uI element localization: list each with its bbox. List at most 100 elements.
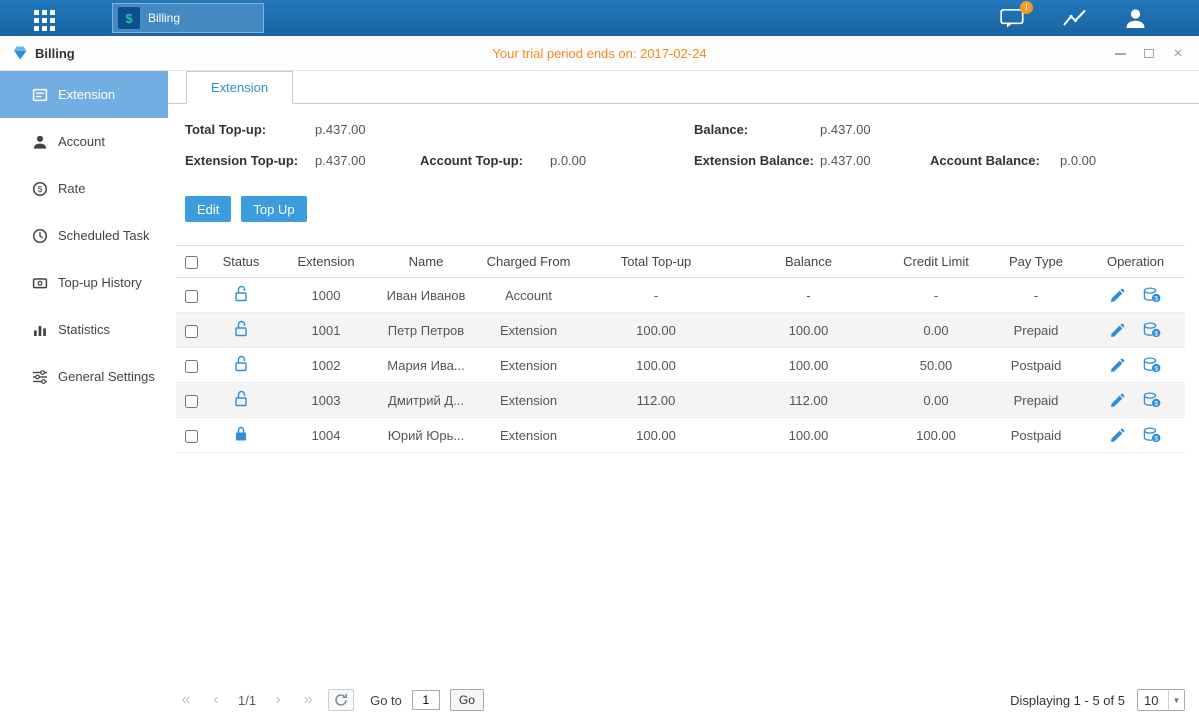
sidebar-item-label: Scheduled Task xyxy=(58,228,150,243)
sidebar-item-general-settings[interactable]: General Settings xyxy=(0,353,168,400)
sidebar-item-account[interactable]: Account xyxy=(0,118,168,165)
edit-row-button[interactable] xyxy=(1110,358,1125,373)
cell-total-topup: - xyxy=(581,278,731,313)
minimize-button[interactable] xyxy=(1113,47,1127,61)
cell-pay-type: Postpaid xyxy=(986,418,1086,453)
page-indicator: 1/1 xyxy=(236,693,258,708)
pagination-bar: « ‹ 1/1 › » Go to Go Displaying 1 - 5 of… xyxy=(176,687,1185,713)
cell-name: Юрий Юрь... xyxy=(376,418,476,453)
apps-grid-icon[interactable] xyxy=(34,10,55,31)
trial-notice: Your trial period ends on: 2017-02-24 xyxy=(0,46,1199,61)
unlocked-icon xyxy=(234,390,248,407)
notifications-button[interactable]: ! xyxy=(1000,8,1025,29)
cell-total-topup: 100.00 xyxy=(581,348,731,383)
row-checkbox[interactable] xyxy=(185,325,198,338)
cell-pay-type: Prepaid xyxy=(986,383,1086,418)
tab-extension[interactable]: Extension xyxy=(186,71,293,104)
close-button[interactable]: × xyxy=(1171,47,1185,61)
prev-page-button[interactable]: ‹ xyxy=(206,691,226,709)
select-all-checkbox[interactable] xyxy=(185,256,198,269)
topup-row-button[interactable]: $ xyxy=(1143,357,1161,373)
sidebar-item-rate[interactable]: $ Rate xyxy=(0,165,168,212)
row-checkbox[interactable] xyxy=(185,430,198,443)
general-settings-icon xyxy=(32,369,48,385)
cell-name: Петр Петров xyxy=(376,313,476,348)
account-balance-label: Account Balance: xyxy=(930,153,1040,168)
cell-pay-type: Prepaid xyxy=(986,313,1086,348)
topup-coins-icon: $ xyxy=(1143,287,1161,303)
refresh-icon xyxy=(334,693,348,707)
user-menu-button[interactable] xyxy=(1124,8,1147,29)
svg-text:$: $ xyxy=(1154,331,1158,338)
table-row: 1000 Иван Иванов Account - - - - $ xyxy=(176,278,1185,313)
maximize-button[interactable] xyxy=(1142,47,1156,61)
table-row: 1002 Мария Ива... Extension 100.00 100.0… xyxy=(176,348,1185,383)
edit-row-button[interactable] xyxy=(1110,393,1125,408)
row-checkbox[interactable] xyxy=(185,360,198,373)
go-button[interactable]: Go xyxy=(450,689,484,711)
sidebar-item-extension[interactable]: Extension xyxy=(0,71,168,118)
svg-text:$: $ xyxy=(1154,366,1158,373)
svg-text:$: $ xyxy=(38,184,43,194)
sidebar-item-label: General Settings xyxy=(58,369,155,384)
table-header-row: Status Extension Name Charged From Total… xyxy=(176,246,1185,278)
cell-balance: 100.00 xyxy=(731,418,886,453)
topup-row-button[interactable]: $ xyxy=(1143,287,1161,303)
cell-pay-type: - xyxy=(986,278,1086,313)
page-size-select[interactable]: 10 ▼ xyxy=(1137,689,1185,711)
sidebar-item-topup-history[interactable]: Top-up History xyxy=(0,259,168,306)
sidebar-item-label: Extension xyxy=(58,87,115,102)
goto-page-input[interactable] xyxy=(412,690,440,710)
col-pay-type: Pay Type xyxy=(986,246,1086,278)
cell-charged-from: Extension xyxy=(476,418,581,453)
cell-balance: 100.00 xyxy=(731,348,886,383)
row-checkbox[interactable] xyxy=(185,395,198,408)
col-balance: Balance xyxy=(731,246,886,278)
topup-row-button[interactable]: $ xyxy=(1143,427,1161,443)
pencil-icon xyxy=(1110,393,1125,408)
edit-button[interactable]: Edit xyxy=(185,196,231,222)
account-topup-label: Account Top-up: xyxy=(420,153,523,168)
cell-extension: 1003 xyxy=(276,383,376,418)
extension-icon xyxy=(32,87,48,103)
goto-label: Go to xyxy=(370,693,402,708)
topup-row-button[interactable]: $ xyxy=(1143,322,1161,338)
sidebar-item-scheduled-task[interactable]: Scheduled Task xyxy=(0,212,168,259)
cell-credit-limit: - xyxy=(886,278,986,313)
first-page-button[interactable]: « xyxy=(176,691,196,709)
cell-extension: 1001 xyxy=(276,313,376,348)
edit-row-button[interactable] xyxy=(1110,323,1125,338)
refresh-button[interactable] xyxy=(328,689,354,711)
topbar: $ Billing ! xyxy=(0,0,1199,36)
edit-row-button[interactable] xyxy=(1110,288,1125,303)
topup-row-button[interactable]: $ xyxy=(1143,392,1161,408)
topbar-billing-tab[interactable]: $ Billing xyxy=(112,3,264,33)
billing-summary: Total Top-up: p.437.00 Balance: p.437.00… xyxy=(168,120,1199,182)
next-page-button[interactable]: › xyxy=(268,691,288,709)
cell-name: Мария Ива... xyxy=(376,348,476,383)
notification-badge: ! xyxy=(1020,1,1033,14)
edit-row-button[interactable] xyxy=(1110,428,1125,443)
cell-credit-limit: 0.00 xyxy=(886,383,986,418)
displaying-text: Displaying 1 - 5 of 5 xyxy=(1010,693,1125,708)
extensions-table: Status Extension Name Charged From Total… xyxy=(176,245,1185,453)
sidebar-item-label: Top-up History xyxy=(58,275,142,290)
total-topup-label: Total Top-up: xyxy=(185,122,266,137)
rate-icon: $ xyxy=(32,181,48,197)
top-up-button[interactable]: Top Up xyxy=(241,196,306,222)
cell-extension: 1002 xyxy=(276,348,376,383)
col-extension: Extension xyxy=(276,246,376,278)
cell-charged-from: Extension xyxy=(476,313,581,348)
row-checkbox[interactable] xyxy=(185,290,198,303)
extension-balance-label: Extension Balance: xyxy=(694,153,814,168)
sidebar-item-statistics[interactable]: Statistics xyxy=(0,306,168,353)
cell-total-topup: 100.00 xyxy=(581,418,731,453)
line-chart-icon xyxy=(1062,8,1087,28)
table-row: 1004 Юрий Юрь... Extension 100.00 100.00… xyxy=(176,418,1185,453)
statistics-icon xyxy=(32,322,48,338)
col-name: Name xyxy=(376,246,476,278)
last-page-button[interactable]: » xyxy=(298,691,318,709)
balance-value: p.437.00 xyxy=(820,122,871,137)
reports-button[interactable] xyxy=(1062,8,1087,28)
window-titlebar: Billing Your trial period ends on: 2017-… xyxy=(0,36,1199,71)
